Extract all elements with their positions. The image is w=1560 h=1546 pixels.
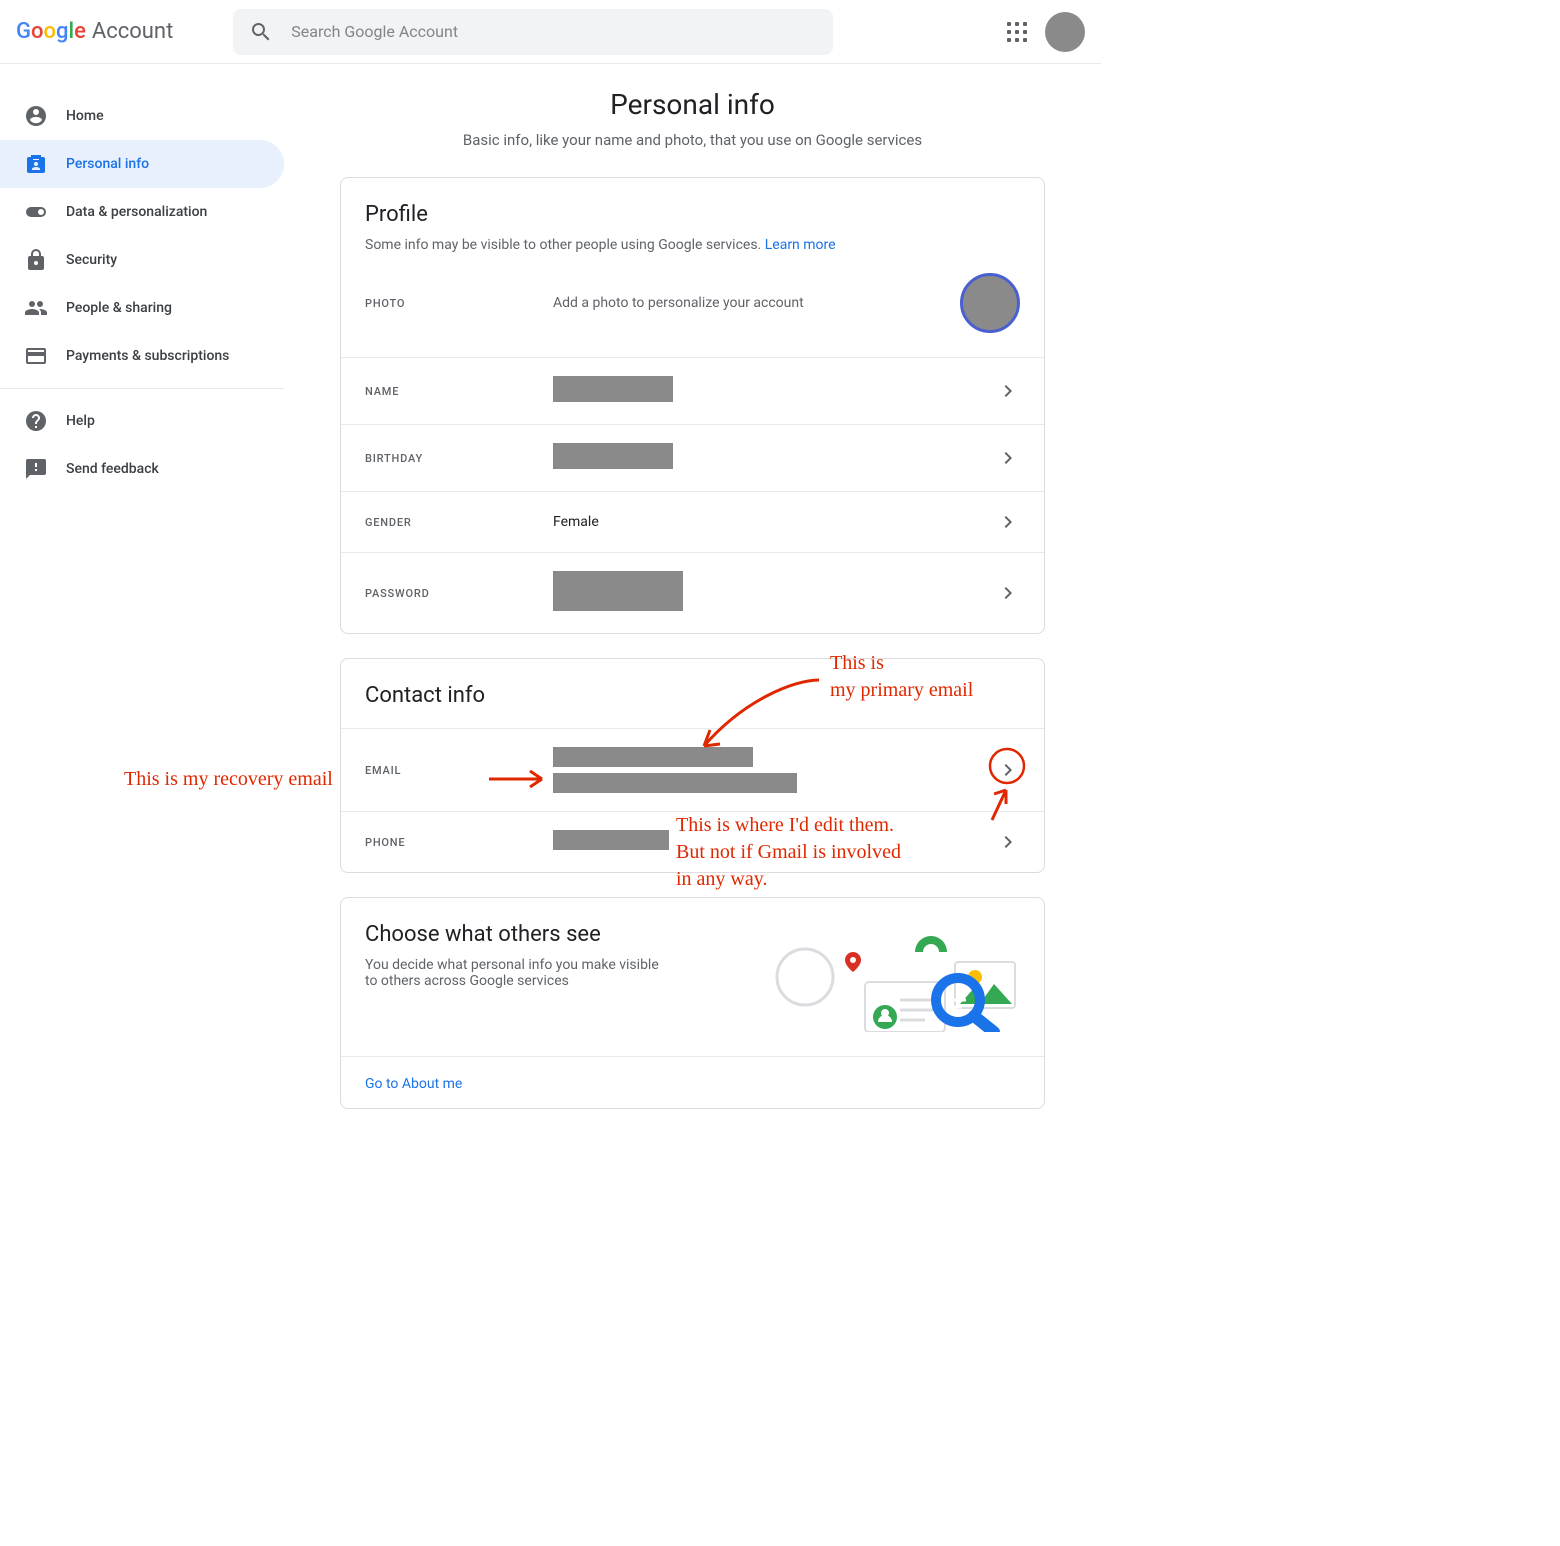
account-avatar[interactable] (1045, 12, 1085, 52)
photo-text: Add a photo to personalize your account (553, 295, 960, 311)
sidebar-item-data[interactable]: Data & personalization (0, 188, 284, 236)
others-title: Choose what others see (365, 922, 760, 947)
id-card-icon (24, 152, 48, 176)
sidebar-item-label: Home (66, 108, 104, 124)
sidebar: Home Personal info Data & personalizatio… (0, 64, 284, 1133)
search-box[interactable] (233, 9, 833, 55)
main: Personal info Basic info, like your name… (284, 64, 1101, 1109)
row-name[interactable]: NAME (341, 357, 1044, 424)
others-subtitle: You decide what personal info you make v… (365, 957, 665, 989)
google-word: Google (16, 19, 86, 44)
toggle-icon (24, 200, 48, 224)
header: Google Account (0, 0, 1101, 64)
search-icon (249, 20, 273, 44)
sidebar-item-label: Data & personalization (66, 204, 207, 220)
page-title: Personal info (340, 88, 1045, 121)
logo[interactable]: Google Account (16, 19, 173, 44)
redacted-birthday (553, 443, 673, 469)
chevron-right-icon (996, 510, 1020, 534)
sidebar-item-label: Payments & subscriptions (66, 348, 229, 364)
people-icon (24, 296, 48, 320)
profile-card: Profile Some info may be visible to othe… (340, 177, 1045, 634)
name-label: NAME (365, 385, 553, 398)
sidebar-item-security[interactable]: Security (0, 236, 284, 284)
row-birthday[interactable]: BIRTHDAY (341, 424, 1044, 491)
sidebar-item-label: People & sharing (66, 300, 172, 316)
redacted-phone (553, 830, 669, 850)
lock-icon (24, 248, 48, 272)
sidebar-item-label: Personal info (66, 156, 149, 172)
contact-card: Contact info EMAIL PHONE (340, 658, 1045, 873)
row-password[interactable]: PASSWORD (341, 552, 1044, 633)
chevron-right-icon (996, 379, 1020, 403)
sidebar-item-home[interactable]: Home (0, 92, 284, 140)
profile-title: Profile (365, 202, 1020, 227)
others-card: Choose what others see You decide what p… (340, 897, 1045, 1109)
photo-label: PHOTO (365, 297, 553, 310)
row-email[interactable]: EMAIL (341, 728, 1044, 811)
chevron-right-icon (996, 758, 1020, 782)
sidebar-item-payments[interactable]: Payments & subscriptions (0, 332, 284, 380)
sidebar-item-help[interactable]: Help (0, 397, 284, 445)
illustration (760, 922, 1020, 1032)
person-circle-icon (24, 104, 48, 128)
card-icon (24, 344, 48, 368)
sidebar-item-label: Help (66, 413, 95, 429)
about-me-link[interactable]: Go to About me (365, 1076, 462, 1092)
nav-divider (0, 388, 284, 389)
row-phone[interactable]: PHONE (341, 811, 1044, 872)
phone-label: PHONE (365, 836, 553, 849)
sidebar-item-personal-info[interactable]: Personal info (0, 140, 284, 188)
search-input[interactable] (291, 22, 817, 41)
redacted-name (553, 376, 673, 402)
gender-value: Female (553, 514, 996, 530)
account-word: Account (92, 19, 173, 44)
learn-more-link[interactable]: Learn more (765, 237, 836, 253)
help-icon (24, 409, 48, 433)
sidebar-item-people[interactable]: People & sharing (0, 284, 284, 332)
redacted-recovery-email (553, 773, 797, 793)
profile-subtitle: Some info may be visible to other people… (365, 237, 1020, 253)
apps-icon[interactable] (1005, 20, 1029, 44)
page-subtitle: Basic info, like your name and photo, th… (340, 131, 1045, 149)
profile-avatar[interactable] (960, 273, 1020, 333)
redacted-password (553, 571, 683, 611)
contact-title: Contact info (365, 683, 1020, 708)
gender-label: GENDER (365, 516, 553, 529)
birthday-label: BIRTHDAY (365, 452, 553, 465)
sidebar-item-label: Send feedback (66, 461, 159, 477)
password-label: PASSWORD (365, 587, 553, 600)
chevron-right-icon (996, 830, 1020, 854)
sidebar-item-feedback[interactable]: Send feedback (0, 445, 284, 493)
chevron-right-icon (996, 446, 1020, 470)
email-label: EMAIL (365, 764, 553, 777)
chevron-right-icon (996, 581, 1020, 605)
feedback-icon (24, 457, 48, 481)
row-photo[interactable]: PHOTO Add a photo to personalize your ac… (341, 273, 1044, 357)
sidebar-item-label: Security (66, 252, 117, 268)
redacted-primary-email (553, 747, 753, 767)
row-gender[interactable]: GENDER Female (341, 491, 1044, 552)
